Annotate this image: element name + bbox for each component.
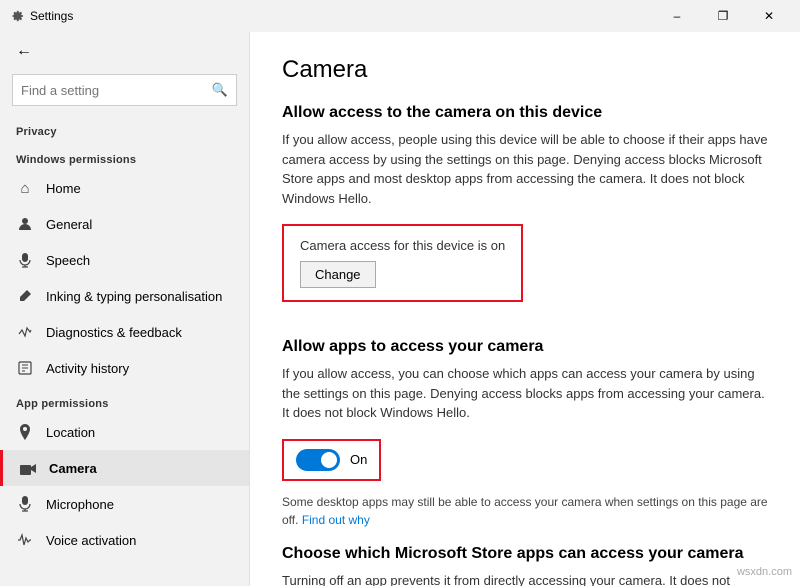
sidebar-item-location[interactable]: Location	[0, 414, 249, 450]
section1-heading: Allow access to the camera on this devic…	[282, 104, 768, 122]
sidebar-item-inking[interactable]: Inking & typing personalisation	[0, 278, 249, 314]
camera-status-text: Camera access for this device is on	[300, 238, 505, 253]
sidebar-item-speech[interactable]: Speech	[0, 242, 249, 278]
home-icon: ⌂	[16, 179, 34, 197]
sidebar-item-microphone[interactable]: Microphone	[0, 486, 249, 522]
app-permissions-label: App permissions	[0, 386, 249, 414]
toggle-on-label: On	[350, 452, 367, 467]
main-content: Camera Allow access to the camera on thi…	[250, 32, 800, 586]
sidebar: ← 🔍 Privacy Windows permissions ⌂ Home G…	[0, 32, 250, 586]
toggle-apps-camera-box: On	[282, 439, 381, 481]
sidebar-item-voice-activation[interactable]: Voice activation	[0, 522, 249, 558]
sidebar-label-home: Home	[46, 181, 233, 196]
title-bar: Settings – ❐ ✕	[0, 0, 800, 32]
privacy-section-label: Privacy	[0, 114, 249, 142]
page-title: Camera	[282, 56, 768, 84]
search-box[interactable]: 🔍	[12, 74, 237, 106]
section2-heading: Allow apps to access your camera	[282, 338, 768, 356]
camera-access-box: Camera access for this device is on Chan…	[282, 224, 523, 302]
title-bar-controls: – ❐ ✕	[654, 0, 792, 32]
section1-description: If you allow access, people using this d…	[282, 130, 768, 208]
sidebar-item-activity[interactable]: Activity history	[0, 350, 249, 386]
app-body: ← 🔍 Privacy Windows permissions ⌂ Home G…	[0, 32, 800, 586]
general-icon	[16, 215, 34, 233]
location-icon	[16, 423, 34, 441]
camera-icon	[19, 459, 37, 477]
apps-camera-toggle[interactable]	[296, 449, 340, 471]
sidebar-item-home[interactable]: ⌂ Home	[0, 170, 249, 206]
title-bar-label: Settings	[30, 9, 654, 23]
sidebar-item-diagnostics[interactable]: Diagnostics & feedback	[0, 314, 249, 350]
sidebar-label-diagnostics: Diagnostics & feedback	[46, 325, 233, 340]
speech-icon	[16, 251, 34, 269]
maximize-button[interactable]: ❐	[700, 0, 746, 32]
inking-icon	[16, 287, 34, 305]
close-button[interactable]: ✕	[746, 0, 792, 32]
settings-icon	[8, 8, 24, 24]
sidebar-label-speech: Speech	[46, 253, 233, 268]
sidebar-item-general[interactable]: General	[0, 206, 249, 242]
toggle-note: Some desktop apps may still be able to a…	[282, 493, 768, 529]
search-input[interactable]	[21, 83, 212, 98]
section2-description: If you allow access, you can choose whic…	[282, 364, 768, 423]
sidebar-label-microphone: Microphone	[46, 497, 233, 512]
voice-activation-icon	[16, 531, 34, 549]
section3-description: Turning off an app prevents it from dire…	[282, 571, 768, 586]
diagnostics-icon	[16, 323, 34, 341]
minimize-button[interactable]: –	[654, 0, 700, 32]
microphone-icon	[16, 495, 34, 513]
sidebar-label-inking: Inking & typing personalisation	[46, 289, 233, 304]
find-out-why-link[interactable]: Find out why	[302, 513, 370, 527]
back-arrow-icon: ←	[16, 42, 32, 60]
windows-permissions-label: Windows permissions	[0, 142, 249, 170]
sidebar-label-camera: Camera	[49, 461, 233, 476]
sidebar-item-camera[interactable]: Camera	[0, 450, 249, 486]
sidebar-label-location: Location	[46, 425, 233, 440]
sidebar-label-general: General	[46, 217, 233, 232]
search-icon: 🔍	[212, 82, 228, 98]
activity-icon	[16, 359, 34, 377]
back-button[interactable]: ←	[0, 32, 249, 70]
watermark: wsxdn.com	[737, 566, 792, 578]
sidebar-label-activity: Activity history	[46, 361, 233, 376]
sidebar-label-voice-activation: Voice activation	[46, 533, 233, 548]
section3-heading: Choose which Microsoft Store apps can ac…	[282, 545, 768, 563]
change-button[interactable]: Change	[300, 261, 376, 288]
